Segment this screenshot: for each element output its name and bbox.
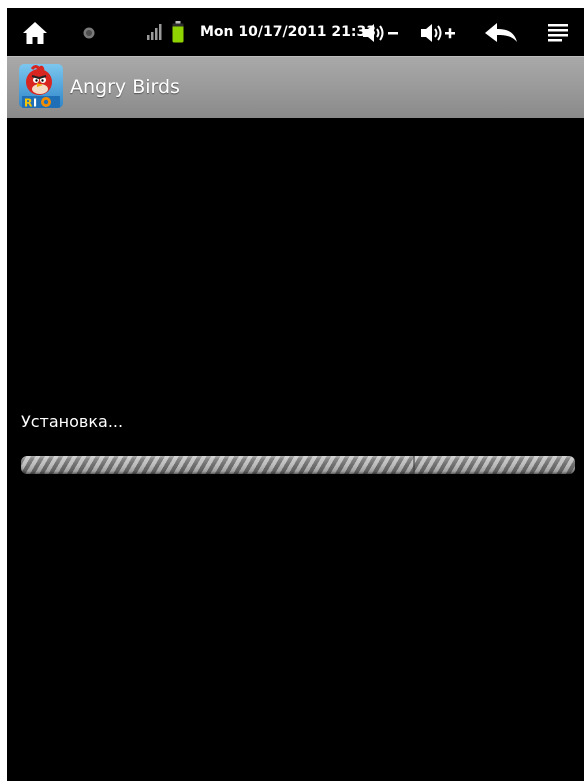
volume-down-icon[interactable] [361, 20, 401, 46]
device-screen: Mon 10/17/2011 21:33 R I Angry Birds Уст… [7, 8, 584, 781]
home-icon[interactable] [21, 20, 49, 46]
menu-icon[interactable] [545, 20, 571, 46]
signal-icon [146, 23, 164, 41]
volume-up-icon[interactable] [419, 20, 459, 46]
install-status-label: Установка... [21, 412, 124, 431]
back-icon[interactable] [483, 20, 519, 46]
install-progress-bar [21, 456, 575, 474]
app-title: Angry Birds [70, 76, 180, 98]
angry-birds-rio-icon: R I [19, 64, 63, 108]
progress-seam [413, 456, 415, 474]
battery-icon [171, 21, 185, 43]
install-content: Установка... [7, 118, 584, 781]
status-bar: Mon 10/17/2011 21:33 [7, 8, 584, 56]
svg-text:I: I [33, 97, 37, 109]
status-datetime: Mon 10/17/2011 21:33 [200, 24, 376, 40]
title-bar: R I Angry Birds [7, 56, 584, 118]
notification-dot-icon [81, 25, 97, 41]
svg-text:R: R [24, 97, 33, 109]
